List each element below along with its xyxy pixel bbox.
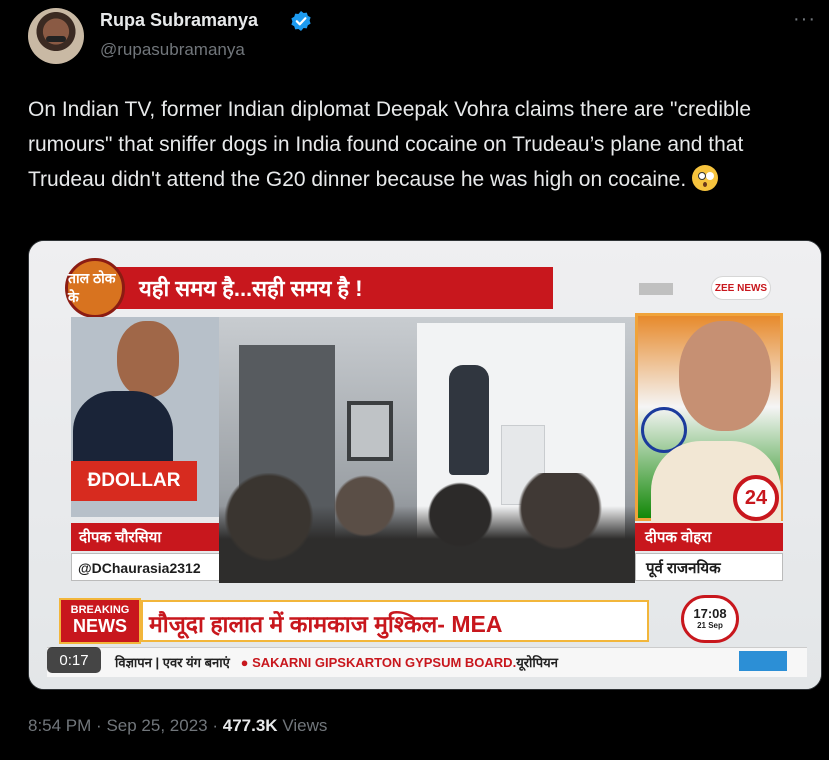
tweet-text: On Indian TV, former Indian diplomat Dee… [28, 92, 818, 197]
channel-24-badge: 24 [733, 475, 779, 521]
clock-time: 17:08 [693, 606, 727, 621]
ticker-text: विज्ञापन | एवर यंग बनाएं ● SAKARNI GIPSK… [115, 653, 558, 671]
ticker-ad: विज्ञापन | एवर यंग बनाएं [115, 655, 230, 670]
scene-audience [219, 473, 635, 583]
host-head [117, 321, 179, 397]
verified-badge-icon [291, 11, 311, 31]
author-handle[interactable]: @rupasubramanya [100, 40, 245, 60]
views-label: Views [282, 716, 328, 735]
channel-logo: ZEE NEWS [711, 276, 771, 300]
breaking-label: BREAKING [70, 604, 130, 616]
sponsor-name: DOLLAR [101, 470, 181, 491]
ticker-right: यूरोपियन [516, 655, 558, 670]
breaking-news-text: मौजूदा हालात में कामकाज मुश्किल- MEA [149, 611, 503, 637]
tweet-body: On Indian TV, former Indian diplomat Dee… [28, 98, 752, 191]
timestamp-separator: · [96, 716, 102, 735]
more-options-icon[interactable]: ··· [793, 8, 816, 31]
breaking-news-badge: BREAKING NEWS [59, 598, 141, 644]
ticker-badge [739, 651, 787, 671]
show-logo: ताल ठोक के [65, 258, 125, 318]
author-avatar[interactable] [28, 8, 84, 64]
tweet-date[interactable]: Sep 25, 2023 [106, 716, 207, 735]
host-name-strap: दीपक चौरसिया [71, 523, 221, 551]
guest-name-strap: दीपक वोहरा [635, 523, 783, 551]
views-separator: · [212, 716, 219, 735]
guest-head [679, 321, 771, 431]
guest-title-strap: पूर्व राजनयिक [635, 553, 783, 581]
flag-graphic [639, 283, 673, 295]
views-count: 477.3K [222, 716, 278, 735]
tweet-timestamp[interactable]: 8:54 PM · Sep 25, 2023 · 477.3K Views [28, 716, 327, 736]
scene-speaker [449, 365, 489, 475]
video-player[interactable]: यही समय है...सही समय है ! ताल ठोक के ZEE… [28, 240, 822, 690]
on-air-clock: 17:08 21 Sep [681, 595, 739, 643]
scene-window [347, 401, 393, 461]
news-header-text: यही समय है...सही समय है ! [139, 276, 363, 301]
author-name[interactable]: Rupa Subramanya [100, 10, 258, 31]
clock-date: 21 Sep [697, 621, 723, 630]
news-label: NEWS [73, 616, 127, 636]
tweet-time[interactable]: 8:54 PM [28, 716, 91, 735]
flushed-face-emoji-icon [692, 165, 719, 191]
host-handle-strap: @DChaurasia2312 [71, 553, 221, 581]
video-duration: 0:17 [47, 647, 101, 673]
host-body [73, 391, 173, 471]
sponsor-logo: Ɖ DOLLAR [71, 461, 197, 501]
ticker-main: ● SAKARNI GIPSKARTON GYPSUM BOARD. [240, 655, 517, 670]
